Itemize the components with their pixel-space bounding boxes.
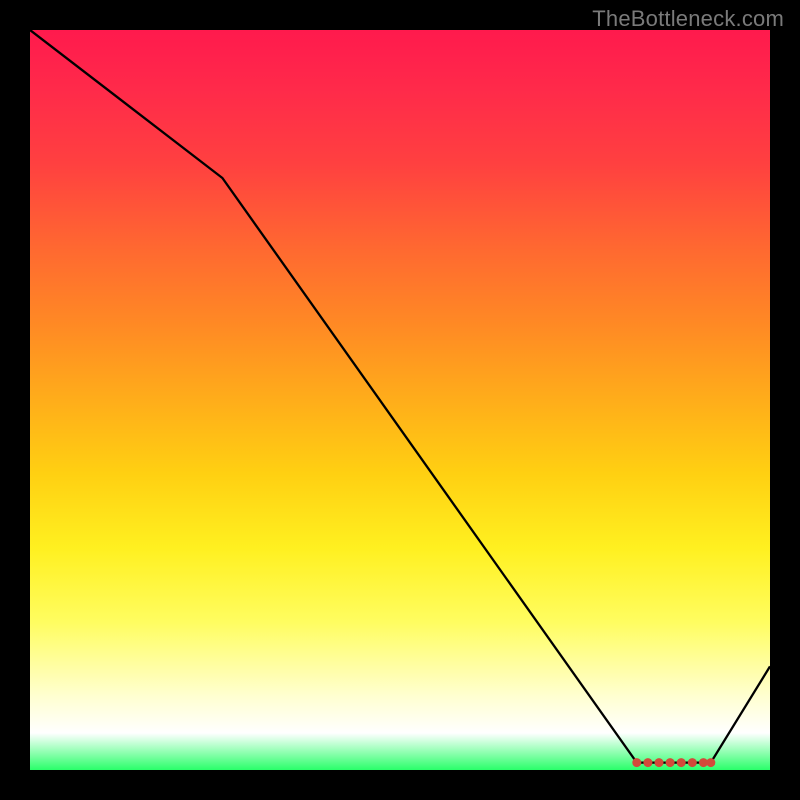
plot-area bbox=[30, 30, 770, 770]
optimal-dot bbox=[706, 758, 715, 767]
optimal-dot bbox=[677, 758, 686, 767]
optimal-dot bbox=[643, 758, 652, 767]
optimal-dot bbox=[655, 758, 664, 767]
optimal-dot bbox=[666, 758, 675, 767]
chart-overlay bbox=[30, 30, 770, 770]
performance-line bbox=[30, 30, 770, 763]
watermark-text: TheBottleneck.com bbox=[592, 6, 784, 32]
chart-frame: TheBottleneck.com bbox=[0, 0, 800, 800]
optimal-dot bbox=[688, 758, 697, 767]
optimal-range-dots bbox=[632, 758, 715, 767]
optimal-dot bbox=[632, 758, 641, 767]
